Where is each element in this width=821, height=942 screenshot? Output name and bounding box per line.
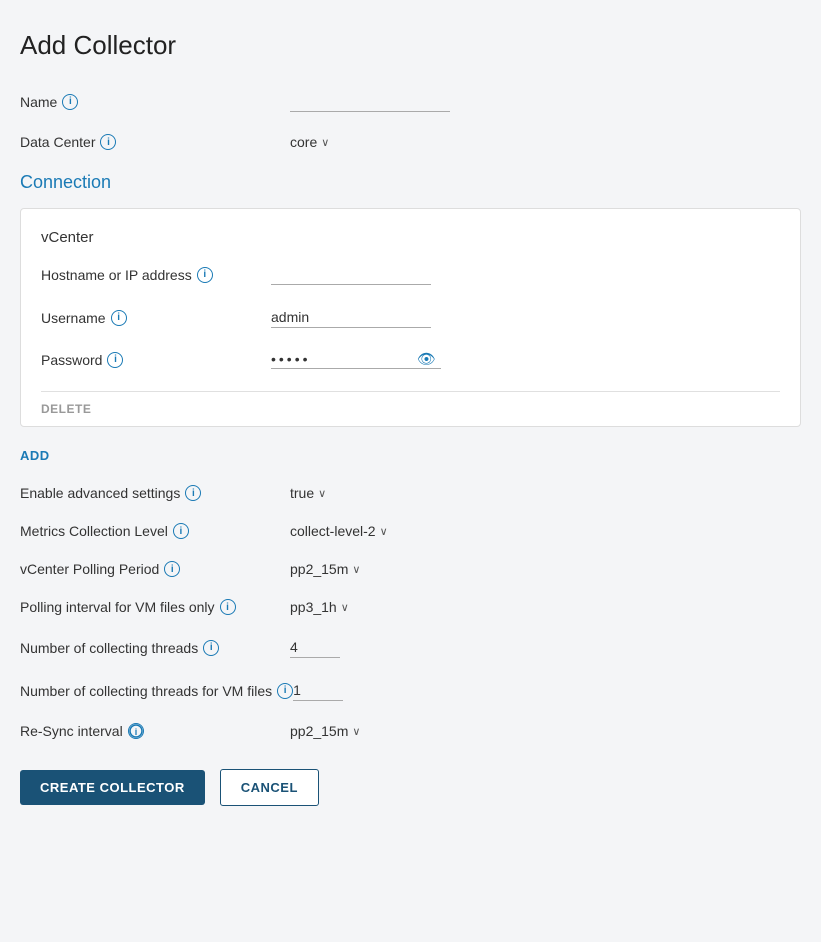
name-info-icon[interactable]: i xyxy=(62,94,78,110)
advanced-info-icon[interactable]: i xyxy=(185,485,201,501)
polling-row: vCenter Polling Period i pp2_15m ∨ xyxy=(20,561,801,577)
vcenter-title: vCenter xyxy=(41,229,780,246)
datacenter-label: Data Center i xyxy=(20,134,290,150)
svg-text:i: i xyxy=(134,727,137,737)
vm-polling-label: Polling interval for VM files only i xyxy=(20,599,290,615)
name-input[interactable] xyxy=(290,91,450,112)
polling-chevron-icon: ∨ xyxy=(352,563,360,576)
vm-polling-select[interactable]: pp3_1h ∨ xyxy=(290,599,349,615)
resync-select[interactable]: pp2_15m ∨ xyxy=(290,723,360,739)
resync-row: Re-Sync interval i pp2_15m ∨ xyxy=(20,723,801,739)
resync-label: Re-Sync interval i xyxy=(20,723,290,739)
advanced-row: Enable advanced settings i true ∨ xyxy=(20,485,801,501)
resync-chevron-icon: ∨ xyxy=(352,725,360,738)
password-label: Password i xyxy=(41,352,271,368)
vm-threads-label: Number of collecting threads for VM file… xyxy=(20,683,293,699)
username-row: Username i xyxy=(41,307,780,328)
polling-select[interactable]: pp2_15m ∨ xyxy=(290,561,360,577)
advanced-select[interactable]: true ∨ xyxy=(290,485,326,501)
add-link[interactable]: ADD xyxy=(20,448,50,463)
advanced-label: Enable advanced settings i xyxy=(20,485,290,501)
connection-section-title: Connection xyxy=(20,172,801,193)
password-input[interactable] xyxy=(271,351,411,367)
threads-info-icon[interactable]: i xyxy=(203,640,219,656)
threads-input[interactable] xyxy=(290,637,340,658)
vm-threads-input[interactable] xyxy=(293,680,343,701)
hostname-label: Hostname or IP address i xyxy=(41,267,271,283)
bottom-actions: CREATE COLLECTOR CANCEL xyxy=(20,769,801,806)
create-collector-button[interactable]: CREATE COLLECTOR xyxy=(20,770,205,805)
metrics-select[interactable]: collect-level-2 ∨ xyxy=(290,523,388,539)
metrics-info-icon[interactable]: i xyxy=(173,523,189,539)
username-info-icon[interactable]: i xyxy=(111,310,127,326)
hostname-row: Hostname or IP address i xyxy=(41,264,780,285)
password-wrapper: 👁 xyxy=(271,350,441,369)
eye-icon[interactable]: 👁 xyxy=(417,350,436,368)
username-label: Username i xyxy=(41,310,271,326)
vm-threads-row: Number of collecting threads for VM file… xyxy=(20,680,801,701)
polling-label: vCenter Polling Period i xyxy=(20,561,290,577)
vm-threads-info-icon[interactable]: i xyxy=(277,683,293,699)
advanced-chevron-icon: ∨ xyxy=(318,487,326,500)
hostname-input[interactable] xyxy=(271,264,431,285)
resync-info-icon[interactable]: i xyxy=(128,723,144,739)
cancel-button[interactable]: CANCEL xyxy=(220,769,319,806)
name-row: Name i xyxy=(20,91,801,112)
password-info-icon[interactable]: i xyxy=(107,352,123,368)
page-title: Add Collector xyxy=(20,30,801,61)
metrics-chevron-icon: ∨ xyxy=(380,525,388,538)
username-input[interactable] xyxy=(271,307,431,328)
password-row: Password i 👁 xyxy=(41,350,780,369)
vm-polling-row: Polling interval for VM files only i pp3… xyxy=(20,599,801,615)
datacenter-row: Data Center i core ∨ xyxy=(20,134,801,150)
metrics-row: Metrics Collection Level i collect-level… xyxy=(20,523,801,539)
datacenter-info-icon[interactable]: i xyxy=(100,134,116,150)
vm-polling-chevron-icon: ∨ xyxy=(341,601,349,614)
page-container: Add Collector Name i Data Center i core … xyxy=(0,0,821,942)
datacenter-select[interactable]: core ∨ xyxy=(290,134,329,150)
threads-row: Number of collecting threads i xyxy=(20,637,801,658)
vm-polling-info-icon[interactable]: i xyxy=(220,599,236,615)
delete-row[interactable]: DELETE xyxy=(41,391,780,426)
datacenter-chevron-icon: ∨ xyxy=(321,136,329,149)
threads-label: Number of collecting threads i xyxy=(20,640,290,656)
connection-box: vCenter Hostname or IP address i Usernam… xyxy=(20,208,801,427)
polling-info-icon[interactable]: i xyxy=(164,561,180,577)
metrics-label: Metrics Collection Level i xyxy=(20,523,290,539)
name-label: Name i xyxy=(20,94,290,110)
hostname-info-icon[interactable]: i xyxy=(197,267,213,283)
